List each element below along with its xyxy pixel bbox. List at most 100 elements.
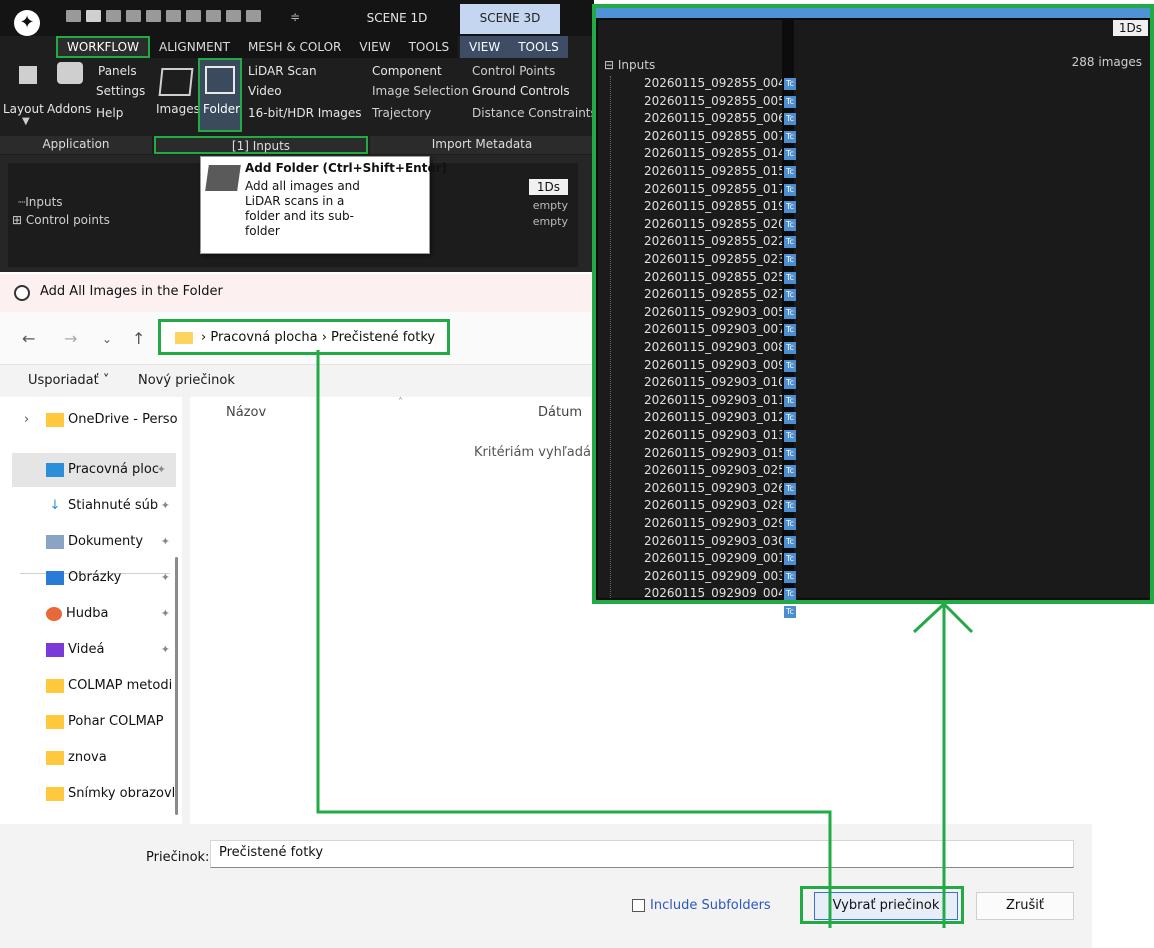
breadcrumb-folder[interactable]: Prečistené fotky — [331, 330, 435, 345]
image-file-item[interactable]: 20260115_092903_029.jp — [644, 516, 782, 530]
image-file-item[interactable]: 20260115_092903_005.jp — [644, 305, 782, 319]
image-file-item[interactable]: 20260115_092903_013.jp — [644, 428, 782, 442]
image-file-item[interactable]: 20260115_092855_022.jp — [644, 234, 782, 248]
menu-mesh-color[interactable]: MESH & COLOR — [239, 36, 350, 58]
layout-icon[interactable] — [66, 10, 81, 22]
image-file-item[interactable]: 20260115_092855_023.jp — [644, 252, 782, 266]
image-file-item[interactable]: 20260115_092903_011.jp — [644, 393, 782, 407]
tree-node-inputs[interactable]: ┈Inputs — [18, 195, 63, 209]
redo-icon[interactable] — [246, 10, 261, 22]
breadcrumb-desktop[interactable]: Pracovná plocha — [210, 330, 317, 345]
layout-icon[interactable] — [106, 10, 121, 22]
nav-item-music[interactable]: Hudba ✦ — [12, 597, 180, 631]
nav-item-folder[interactable]: Pohar COLMAP — [12, 705, 180, 739]
control-points-button[interactable]: Control Points — [472, 64, 555, 78]
ones-badge[interactable]: 1Ds — [528, 179, 568, 195]
distance-constraints-button[interactable]: Distance Constraints — [472, 106, 597, 120]
video-button[interactable]: Video — [248, 84, 282, 98]
new-folder-button[interactable]: Nový priečinok — [138, 373, 235, 388]
image-file-item[interactable]: 20260115_092855_027.jp — [644, 287, 782, 301]
menu-workflow[interactable]: WORKFLOW — [56, 36, 150, 58]
layout-icon[interactable] — [186, 10, 201, 22]
layout-icon[interactable] — [206, 10, 221, 22]
organize-button[interactable]: Usporiadať ˅ — [28, 373, 109, 388]
image-file-item[interactable]: 20260115_092855_006.jp — [644, 111, 782, 125]
dropdown-arrow-icon[interactable]: ▼ — [22, 116, 30, 127]
cancel-button[interactable]: Zrušiť — [976, 892, 1074, 920]
nav-item-downloads[interactable]: ↓ Stiahnuté súb ✦ — [12, 489, 180, 523]
image-file-item[interactable]: 20260115_092855_004.jp — [644, 76, 782, 90]
tree-root-inputs[interactable]: ⊟ Inputs — [604, 58, 655, 72]
layout-icon[interactable] — [86, 10, 101, 22]
menu-alignment[interactable]: ALIGNMENT — [150, 36, 239, 58]
up-arrow-icon[interactable]: ↑ — [132, 329, 145, 348]
chevron-right-icon[interactable]: › — [24, 403, 29, 437]
folder-button[interactable]: Folder — [198, 58, 242, 132]
addons-button[interactable] — [52, 62, 88, 84]
nav-item-folder[interactable]: znova — [12, 741, 180, 775]
select-folder-button[interactable]: Vybrať priečinok — [814, 892, 958, 920]
nav-item-videos[interactable]: Videá ✦ — [12, 633, 180, 667]
ones-badge[interactable]: 1Ds — [1112, 20, 1148, 36]
image-file-item[interactable]: 20260115_092903_015.jp — [644, 446, 782, 460]
image-file-item[interactable]: 20260115_092855_019.jp — [644, 199, 782, 213]
undo-icon[interactable] — [226, 10, 241, 22]
image-file-item[interactable]: 20260115_092855_025.jp — [644, 270, 782, 284]
nav-scrollbar[interactable] — [175, 557, 178, 815]
nav-item-folder[interactable]: Snímky obrazovl — [12, 777, 180, 811]
image-file-item[interactable]: 20260115_092903_010.jp — [644, 375, 782, 389]
folder-name-input[interactable]: Prečistené fotky — [210, 840, 1074, 868]
image-file-item[interactable]: 20260115_092903_028.jp — [644, 498, 782, 512]
image-file-item[interactable]: 20260115_092909_003.jp — [644, 569, 782, 583]
image-file-item[interactable]: 20260115_092903_009.jp — [644, 358, 782, 372]
tab-scene-1d[interactable]: SCENE 1D — [356, 4, 438, 34]
column-header-name[interactable]: Názov — [226, 405, 266, 420]
nav-item-desktop[interactable]: Pracovná ploc ✦ — [12, 453, 176, 487]
image-file-item[interactable]: 20260115_092855_017.jp — [644, 182, 782, 196]
trajectory-button[interactable]: Trajectory — [372, 106, 431, 120]
nav-item-documents[interactable]: Dokumenty ✦ — [12, 525, 180, 559]
customize-icon[interactable]: ≑ — [290, 10, 300, 24]
chevron-down-icon[interactable]: ⌄ — [102, 332, 112, 346]
layout-button[interactable] — [8, 66, 48, 84]
help-button[interactable]: Help — [96, 106, 123, 120]
back-arrow-icon[interactable]: ← — [22, 329, 35, 348]
nav-item-folder[interactable]: COLMAP metodi — [12, 669, 180, 703]
hdr-images-button[interactable]: 16-bit/HDR Images — [248, 106, 362, 120]
image-file-item[interactable]: 20260115_092903_026.jp — [644, 481, 782, 495]
column-header-date[interactable]: Dátum — [538, 405, 582, 420]
menu-view[interactable]: VIEW — [350, 36, 399, 58]
image-file-item[interactable]: 20260115_092855_007.jp — [644, 129, 782, 143]
images-button[interactable]: Images — [154, 60, 200, 132]
image-selection-button[interactable]: Image Selection — [372, 84, 469, 98]
layout-icon[interactable] — [166, 10, 181, 22]
nav-item-onedrive[interactable]: › OneDrive - Perso — [12, 403, 180, 437]
menu-view-3d[interactable]: VIEW — [460, 36, 509, 58]
settings-button[interactable]: Settings — [96, 84, 145, 98]
image-file-item[interactable]: 20260115_092855_020.jp — [644, 217, 782, 231]
image-file-item[interactable]: 20260115_092855_014.jp — [644, 146, 782, 160]
image-file-item[interactable]: 20260115_092909_001.jp — [644, 551, 782, 565]
panels-button[interactable]: Panels — [98, 64, 137, 78]
image-file-item[interactable]: 20260115_092909_004.jp — [644, 586, 782, 598]
layout-icon[interactable] — [146, 10, 161, 22]
image-file-item[interactable]: 20260115_092855_015.jp — [644, 164, 782, 178]
image-file-item[interactable]: 20260115_092855_005.jp — [644, 94, 782, 108]
image-file-item[interactable]: 20260115_092903_025.jp — [644, 463, 782, 477]
checkbox-icon[interactable] — [632, 899, 645, 912]
component-button[interactable]: Component — [372, 64, 442, 78]
ground-controls-button[interactable]: Ground Controls — [472, 84, 570, 98]
lidar-scan-button[interactable]: LiDAR Scan — [248, 64, 317, 78]
menu-tools[interactable]: TOOLS — [400, 36, 459, 58]
nav-item-pictures[interactable]: Obrázky ✦ — [12, 561, 180, 595]
image-file-item[interactable]: 20260115_092903_008.jp — [644, 340, 782, 354]
forward-arrow-icon[interactable]: → — [64, 329, 77, 348]
tab-scene-3d[interactable]: SCENE 3D — [460, 4, 560, 34]
layout-icon[interactable] — [126, 10, 141, 22]
image-file-item[interactable]: 20260115_092903_012.jp — [644, 410, 782, 424]
image-file-item[interactable]: 20260115_092903_030.jp — [644, 534, 782, 548]
address-bar[interactable]: › Pracovná plocha › Prečistené fotky — [158, 319, 450, 355]
menu-tools-3d[interactable]: TOOLS — [509, 36, 568, 58]
include-subfolders-checkbox[interactable]: Include Subfolders — [632, 898, 771, 913]
image-file-item[interactable]: 20260115_092903_007.jp — [644, 322, 782, 336]
